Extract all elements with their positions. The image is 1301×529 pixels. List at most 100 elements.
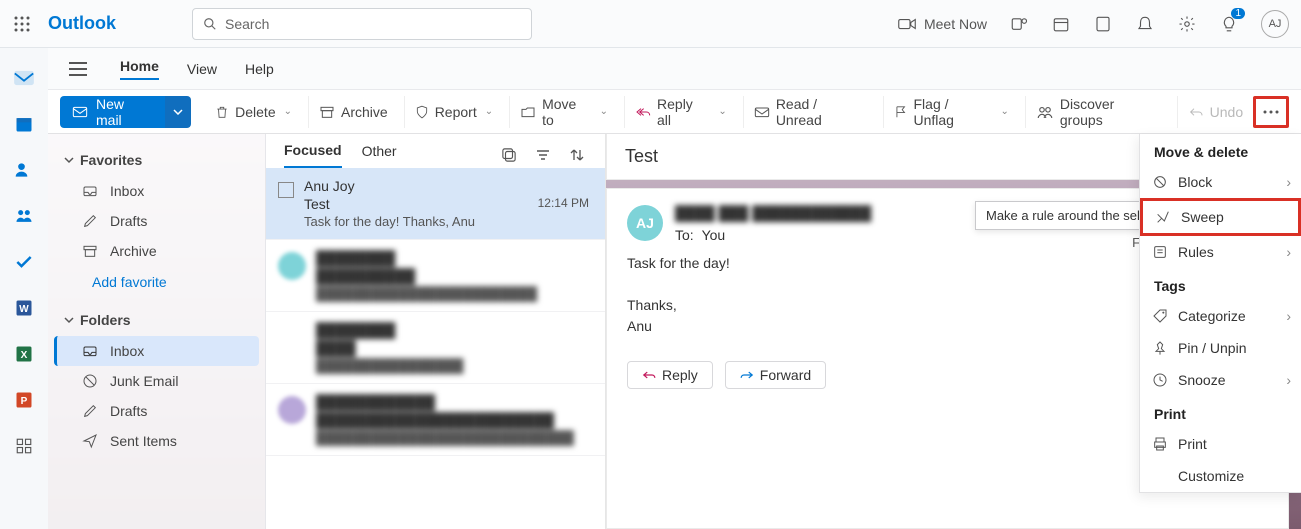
search-placeholder: Search xyxy=(225,16,269,32)
folders-section[interactable]: Folders xyxy=(48,304,265,336)
todo-rail-icon[interactable] xyxy=(12,250,36,274)
delete-button[interactable]: Delete⌄ xyxy=(205,96,302,128)
menu-customize[interactable]: Customize xyxy=(1140,460,1301,492)
move-to-button[interactable]: Move to⌄ xyxy=(509,96,618,128)
new-mail-split-button[interactable]: New mail xyxy=(60,96,191,128)
add-favorite-link[interactable]: Add favorite xyxy=(48,266,265,304)
excel-rail-icon[interactable]: X xyxy=(12,342,36,366)
sender-name: ████ ███ ████████████ xyxy=(675,205,871,221)
clock-icon xyxy=(1152,372,1168,388)
tab-home[interactable]: Home xyxy=(120,58,159,80)
powerpoint-rail-icon[interactable]: P xyxy=(12,388,36,412)
undo-button[interactable]: Undo xyxy=(1177,96,1253,128)
pencil-icon xyxy=(82,213,98,229)
reply-all-button[interactable]: Reply all⌄ xyxy=(624,96,737,128)
people-rail-icon[interactable] xyxy=(12,158,36,182)
sidebar-item-junk[interactable]: Junk Email xyxy=(54,366,259,396)
menu-section-move-delete: Move & delete xyxy=(1140,134,1301,166)
hamburger-icon[interactable] xyxy=(68,59,88,79)
message-item-4[interactable]: ████████████████████████████████████████… xyxy=(266,384,605,456)
mail-rail-icon[interactable] xyxy=(12,66,36,90)
new-mail-button[interactable]: New mail xyxy=(60,96,165,128)
teams-icon[interactable] xyxy=(1009,14,1029,34)
report-button[interactable]: Report⌄ xyxy=(404,96,503,128)
menu-section-print: Print xyxy=(1140,396,1301,428)
reply-icon xyxy=(642,369,656,381)
tab-view[interactable]: View xyxy=(187,61,217,77)
msg-sender: Anu Joy xyxy=(304,178,355,194)
folder-pane: Favorites Inbox Drafts Archive Add favor… xyxy=(48,134,266,529)
top-right-tools: Meet Now 1 AJ xyxy=(898,10,1289,38)
sort-icon[interactable] xyxy=(567,145,587,165)
select-all-icon[interactable] xyxy=(499,145,519,165)
notes-icon[interactable] xyxy=(1093,14,1113,34)
pin-icon xyxy=(1152,340,1168,356)
sweep-icon xyxy=(1155,209,1171,225)
groups-rail-icon[interactable] xyxy=(12,204,36,228)
more-commands-button[interactable] xyxy=(1253,96,1289,128)
menu-print[interactable]: Print xyxy=(1140,428,1301,460)
sidebar-item-archive[interactable]: Archive xyxy=(54,236,259,266)
bell-icon[interactable] xyxy=(1135,14,1155,34)
svg-text:X: X xyxy=(21,350,28,361)
menu-snooze[interactable]: Snooze› xyxy=(1140,364,1301,396)
mail-icon xyxy=(72,105,88,119)
msg-subject: Test xyxy=(304,196,330,212)
waffle-icon[interactable] xyxy=(12,14,32,34)
calendar-app-icon[interactable] xyxy=(1051,14,1071,34)
new-mail-chevron[interactable] xyxy=(165,96,191,128)
junk-icon xyxy=(82,373,98,389)
archive-button[interactable]: Archive xyxy=(308,96,398,128)
top-bar: Outlook Search Meet Now 1 AJ xyxy=(0,0,1301,48)
search-box[interactable]: Search xyxy=(192,8,532,40)
undo-icon xyxy=(1188,105,1204,119)
main-panes: Favorites Inbox Drafts Archive Add favor… xyxy=(48,134,1301,529)
svg-text:W: W xyxy=(19,304,29,315)
sidebar-item-drafts[interactable]: Drafts xyxy=(54,206,259,236)
meet-now-button[interactable]: Meet Now xyxy=(898,16,987,32)
flag-icon xyxy=(894,104,908,120)
discover-groups-button[interactable]: Discover groups xyxy=(1025,96,1171,128)
favorites-section[interactable]: Favorites xyxy=(48,144,265,176)
menu-block[interactable]: Block› xyxy=(1140,166,1301,198)
folder-move-icon xyxy=(520,105,536,119)
filter-icon[interactable] xyxy=(533,145,553,165)
sidebar-item-drafts-folder[interactable]: Drafts xyxy=(54,396,259,426)
shield-icon xyxy=(415,104,429,120)
tab-focused[interactable]: Focused xyxy=(284,142,342,168)
account-avatar[interactable]: AJ xyxy=(1261,10,1289,38)
forward-icon xyxy=(740,369,754,381)
flag-button[interactable]: Flag / Unflag⌄ xyxy=(883,96,1019,128)
inbox-icon xyxy=(82,184,98,198)
chevron-down-icon xyxy=(64,315,74,325)
calendar-rail-icon[interactable] xyxy=(12,112,36,136)
message-item-2[interactable]: ████████████████████████████████████████… xyxy=(266,240,605,312)
avatar xyxy=(278,252,306,280)
sidebar-item-inbox-folder[interactable]: Inbox xyxy=(54,336,259,366)
forward-button[interactable]: Forward xyxy=(725,361,826,389)
message-item-3[interactable]: ████████████████████████████ xyxy=(266,312,605,384)
checkbox[interactable] xyxy=(278,182,294,198)
read-unread-button[interactable]: Read / Unread xyxy=(743,96,877,128)
settings-icon[interactable] xyxy=(1177,14,1197,34)
msg-time: 12:14 PM xyxy=(538,196,589,212)
tab-other[interactable]: Other xyxy=(362,143,397,167)
menu-pin[interactable]: Pin / Unpin xyxy=(1140,332,1301,364)
chevron-down-icon xyxy=(64,155,74,165)
message-item-1[interactable]: Anu Joy Test 12:14 PM Task for the day! … xyxy=(266,168,605,240)
word-rail-icon[interactable]: W xyxy=(12,296,36,320)
sender-avatar: AJ xyxy=(627,205,663,241)
more-apps-rail-icon[interactable] xyxy=(12,434,36,458)
menu-categorize[interactable]: Categorize› xyxy=(1140,300,1301,332)
command-bar: New mail Delete⌄ Archive Report⌄ Move to… xyxy=(48,90,1301,134)
sidebar-item-inbox[interactable]: Inbox xyxy=(54,176,259,206)
tab-help[interactable]: Help xyxy=(245,61,274,77)
sidebar-item-sent[interactable]: Sent Items xyxy=(54,426,259,456)
menu-rules[interactable]: Rules› xyxy=(1140,236,1301,268)
groups-icon xyxy=(1036,104,1054,120)
reply-button[interactable]: Reply xyxy=(627,361,713,389)
menu-sweep[interactable]: Sweep xyxy=(1140,198,1301,236)
tips-icon[interactable]: 1 xyxy=(1219,14,1239,34)
notification-badge: 1 xyxy=(1231,8,1245,19)
more-commands-menu: Move & delete Block› Sweep Rules› Tags C… xyxy=(1139,134,1301,493)
